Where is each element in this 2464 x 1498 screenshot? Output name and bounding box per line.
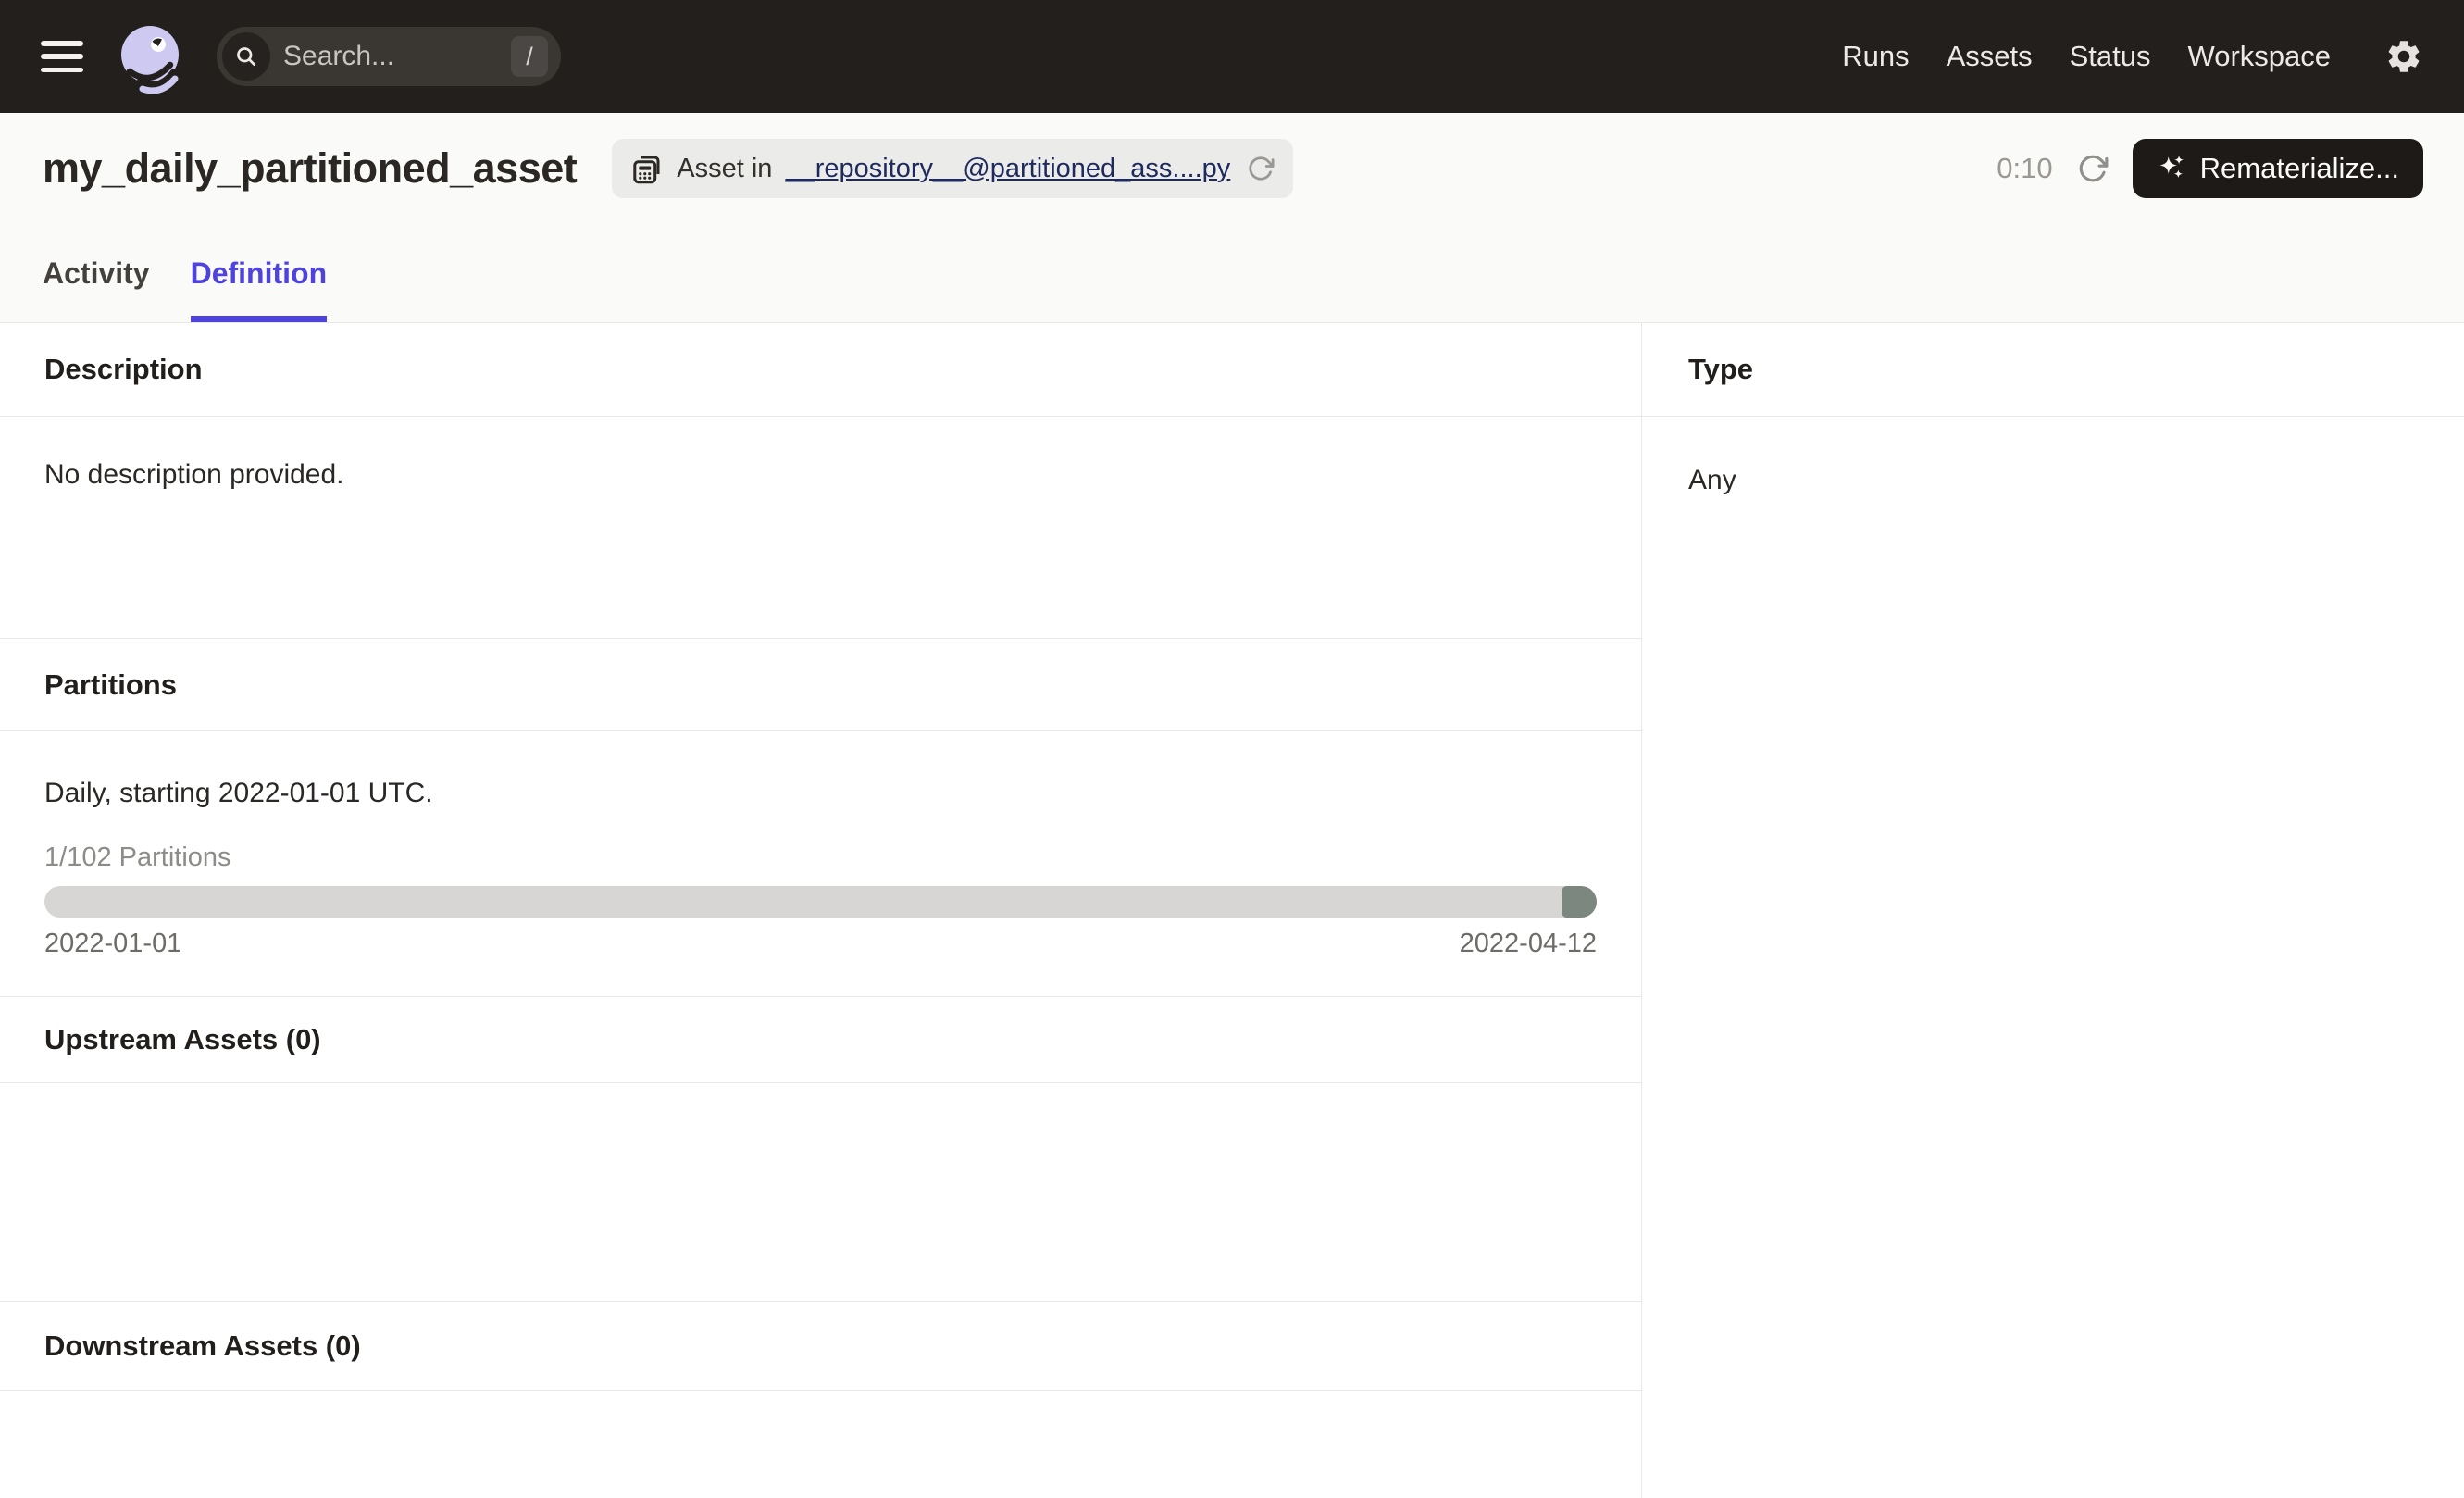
repository-icon (630, 152, 664, 185)
upstream-assets-body (0, 1083, 1641, 1302)
partition-range-end: 2022-04-12 (1460, 929, 1597, 959)
search-bar[interactable]: / (217, 27, 561, 86)
partitions-progress-materialized (1562, 886, 1597, 918)
tab-activity[interactable]: Activity (43, 224, 150, 322)
partitions-count-label: 1/102 Partitions (44, 843, 1597, 873)
type-value: Any (1642, 417, 2464, 544)
definition-content: Description No description provided. Par… (0, 323, 2464, 1498)
partition-range-start: 2022-01-01 (44, 929, 181, 959)
repository-link[interactable]: __repository__@partitioned_ass....py (785, 154, 1230, 184)
nav-links: Runs Assets Status Workspace (1842, 37, 2423, 76)
refresh-icon[interactable] (2077, 153, 2109, 184)
search-input[interactable] (283, 41, 498, 72)
partitions-section-header: Partitions (0, 639, 1641, 731)
type-section-header: Type (1642, 323, 2464, 417)
slash-shortcut-key: / (511, 36, 548, 77)
nav-item-status[interactable]: Status (2070, 40, 2151, 73)
refresh-countdown: 0:10 (1997, 152, 2052, 185)
nav-item-runs[interactable]: Runs (1842, 40, 1909, 73)
upstream-assets-header: Upstream Assets (0) (0, 997, 1641, 1083)
description-section-header: Description (0, 323, 1641, 417)
rematerialize-button[interactable]: Rematerialize... (2133, 139, 2423, 198)
nav-item-workspace[interactable]: Workspace (2188, 40, 2332, 73)
dagster-asset-page: / Runs Assets Status Workspace my_daily_… (0, 0, 2464, 1498)
partitions-section-body: Daily, starting 2022-01-01 UTC. 1/102 Pa… (0, 731, 1641, 997)
tab-bar: Activity Definition (0, 224, 2464, 322)
nav-item-assets[interactable]: Assets (1947, 40, 2033, 73)
partitions-progress-bar[interactable] (44, 886, 1597, 918)
right-column: Type Any (1642, 323, 2464, 1498)
asset-location-badge: Asset in __repository__@partitioned_ass.… (612, 139, 1293, 198)
badge-reload-icon[interactable] (1247, 155, 1275, 182)
top-nav: / Runs Assets Status Workspace (0, 0, 2464, 113)
downstream-assets-header: Downstream Assets (0) (0, 1302, 1641, 1391)
sparkle-icon (2157, 153, 2188, 184)
asset-badge-prefix: Asset in (677, 154, 772, 184)
dagster-logo-icon[interactable] (111, 18, 189, 95)
page-title: my_daily_partitioned_asset (43, 144, 577, 193)
partitions-summary: Daily, starting 2022-01-01 UTC. (44, 778, 1597, 809)
downstream-assets-body (0, 1391, 1641, 1498)
menu-icon[interactable] (41, 41, 83, 72)
description-text: No description provided. (44, 459, 344, 490)
settings-gear-icon[interactable] (2384, 37, 2423, 76)
left-column: Description No description provided. Par… (0, 323, 1642, 1498)
page-header: my_daily_partitioned_asset Asset in __re… (0, 113, 2464, 323)
tab-definition[interactable]: Definition (191, 224, 328, 322)
rematerialize-label: Rematerialize... (2200, 152, 2399, 185)
description-section-body: No description provided. (0, 417, 1641, 639)
search-icon (222, 32, 270, 81)
